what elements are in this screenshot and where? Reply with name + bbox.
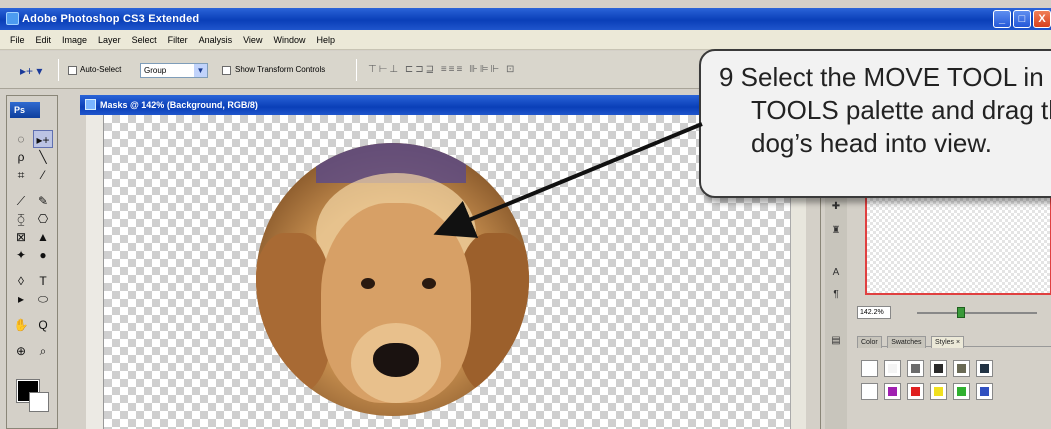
chevron-down-icon: ▼ bbox=[194, 64, 207, 77]
callout-line-1: 9 Select the MOVE TOOL in the bbox=[719, 62, 1051, 92]
move-tool-icon[interactable]: ▸+ bbox=[33, 130, 53, 148]
notes-tool-icon[interactable]: ✋ bbox=[11, 316, 31, 334]
document-icon bbox=[85, 99, 96, 110]
title-bar: Adobe Photoshop CS3 Extended _ □ X bbox=[0, 8, 1051, 30]
style-swatch[interactable] bbox=[953, 360, 970, 377]
shape-tool-icon[interactable]: ⬭ bbox=[33, 290, 53, 308]
menu-layer[interactable]: Layer bbox=[98, 35, 121, 45]
maximize-button[interactable]: □ bbox=[1013, 10, 1031, 28]
navigator-zoom-row: 142.2% bbox=[857, 305, 1051, 321]
callout-line-3: dog’s head into view. bbox=[751, 128, 992, 158]
background-color-swatch[interactable] bbox=[29, 392, 49, 412]
photoshop-app-icon bbox=[6, 12, 19, 25]
eraser-tool-icon[interactable]: ⊠ bbox=[11, 228, 31, 246]
style-swatch[interactable] bbox=[884, 383, 901, 400]
options-separator bbox=[58, 59, 59, 81]
document-title: Masks @ 142% (Background, RGB/8) bbox=[100, 100, 258, 110]
style-swatch[interactable] bbox=[953, 383, 970, 400]
zoom-tool-icon[interactable]: ⌕ bbox=[33, 342, 53, 360]
layers-palette-icon[interactable]: ▤ bbox=[829, 334, 843, 348]
character-palette-icon[interactable]: A bbox=[829, 266, 843, 280]
crop-tool-icon[interactable]: ⌗ bbox=[11, 166, 31, 184]
zoom-slider[interactable] bbox=[917, 312, 1037, 314]
style-swatch[interactable] bbox=[861, 383, 878, 400]
photoshop-window: Adobe Photoshop CS3 Extended _ □ X File … bbox=[0, 0, 1051, 429]
style-swatch[interactable] bbox=[930, 383, 947, 400]
style-swatch[interactable] bbox=[976, 360, 993, 377]
magic-wand-tool-icon[interactable]: ╲ bbox=[33, 148, 53, 166]
style-swatch[interactable] bbox=[861, 360, 878, 377]
brush-tool-icon[interactable]: ✎ bbox=[33, 192, 53, 210]
tab-styles[interactable]: Styles × bbox=[931, 336, 965, 348]
tab-swatches[interactable]: Swatches bbox=[887, 336, 926, 348]
hand-tool-icon[interactable]: ⊕ bbox=[11, 342, 31, 360]
show-transform-controls-checkbox[interactable] bbox=[222, 66, 231, 75]
menu-bar: File Edit Image Layer Select Filter Anal… bbox=[0, 30, 1051, 50]
menu-select[interactable]: Select bbox=[132, 35, 157, 45]
document-canvas[interactable] bbox=[104, 115, 790, 429]
menu-window[interactable]: Window bbox=[273, 35, 305, 45]
info-palette-icon[interactable]: ✚ bbox=[829, 200, 843, 214]
style-swatch[interactable] bbox=[976, 383, 993, 400]
dog-head-image[interactable] bbox=[256, 143, 529, 416]
dodge-tool-icon[interactable]: ● bbox=[33, 246, 53, 264]
window-title: Adobe Photoshop CS3 Extended bbox=[22, 13, 200, 25]
close-button[interactable]: X bbox=[1033, 10, 1051, 28]
style-swatch[interactable] bbox=[907, 383, 924, 400]
tools-palette: Ps ◌ ▸+ ρ ╲ ⌗ ⁄ ⟋ ✎ ⧲ ⎔ ⊠ ▲ ✦ ● ◊ T ▸ ⬭ … bbox=[6, 95, 58, 429]
menu-image[interactable]: Image bbox=[62, 35, 87, 45]
auto-select-dropdown[interactable]: Group ▼ bbox=[140, 63, 208, 78]
vertical-ruler bbox=[86, 115, 104, 429]
history-brush-tool-icon[interactable]: ⎔ bbox=[33, 210, 53, 228]
style-swatch[interactable] bbox=[907, 360, 924, 377]
callout-line-2: TOOLS palette and drag the bbox=[751, 95, 1051, 125]
auto-select-label: Auto-Select bbox=[80, 65, 122, 74]
zoom-value-field[interactable]: 142.2% bbox=[857, 306, 891, 319]
clone-stamp-tool-icon[interactable]: ⧲ bbox=[11, 210, 31, 228]
instruction-callout: 9 Select the MOVE TOOL in the TOOLS pale… bbox=[699, 49, 1051, 198]
move-tool-preset-picker[interactable]: ▸+ ▾ bbox=[20, 64, 42, 78]
style-swatch[interactable] bbox=[884, 360, 901, 377]
healing-brush-tool-icon[interactable]: ⟋ bbox=[11, 192, 31, 210]
styles-grid bbox=[857, 356, 1051, 429]
menu-filter[interactable]: Filter bbox=[168, 35, 188, 45]
tab-color[interactable]: Color bbox=[857, 336, 882, 348]
show-transform-controls-label: Show Transform Controls bbox=[235, 65, 326, 74]
palette-icon-column: ✚ ♜ A ¶ ▤ bbox=[825, 180, 847, 429]
pen-tool-icon[interactable]: ◊ bbox=[11, 272, 31, 290]
slice-tool-icon[interactable]: ⁄ bbox=[33, 166, 53, 184]
ps-logo: Ps bbox=[10, 102, 40, 118]
style-swatch[interactable] bbox=[930, 360, 947, 377]
auto-select-checkbox[interactable] bbox=[68, 66, 77, 75]
menu-edit[interactable]: Edit bbox=[36, 35, 52, 45]
palette-tabs: Color Swatches Styles × bbox=[857, 331, 1051, 348]
blur-tool-icon[interactable]: ✦ bbox=[11, 246, 31, 264]
options-separator bbox=[356, 59, 357, 81]
palettes-panel: ✚ ♜ A ¶ ▤ 142.2% Color Swatches Styles × bbox=[820, 180, 1051, 429]
marquee-tool-icon[interactable]: ◌ bbox=[11, 130, 31, 148]
history-palette-icon[interactable]: ♜ bbox=[829, 224, 843, 238]
menu-view[interactable]: View bbox=[243, 35, 262, 45]
lasso-tool-icon[interactable]: ρ bbox=[11, 148, 31, 166]
menu-help[interactable]: Help bbox=[316, 35, 335, 45]
align-distribute-icons[interactable]: ⊤⊢⊥ ⊏⊐⊒ ≡≡≡ ⊪⊫⊩ ⊡ bbox=[368, 64, 516, 75]
type-tool-icon[interactable]: T bbox=[33, 272, 53, 290]
menu-analysis[interactable]: Analysis bbox=[199, 35, 233, 45]
paragraph-palette-icon[interactable]: ¶ bbox=[829, 288, 843, 302]
minimize-button[interactable]: _ bbox=[993, 10, 1011, 28]
gradient-tool-icon[interactable]: ▲ bbox=[33, 228, 53, 246]
navigator-preview[interactable] bbox=[865, 190, 1051, 295]
eyedropper-tool-icon[interactable]: Q bbox=[33, 316, 53, 334]
auto-select-value: Group bbox=[144, 66, 167, 75]
zoom-slider-thumb[interactable] bbox=[957, 307, 965, 318]
path-selection-tool-icon[interactable]: ▸ bbox=[11, 290, 31, 308]
menu-file[interactable]: File bbox=[10, 35, 25, 45]
